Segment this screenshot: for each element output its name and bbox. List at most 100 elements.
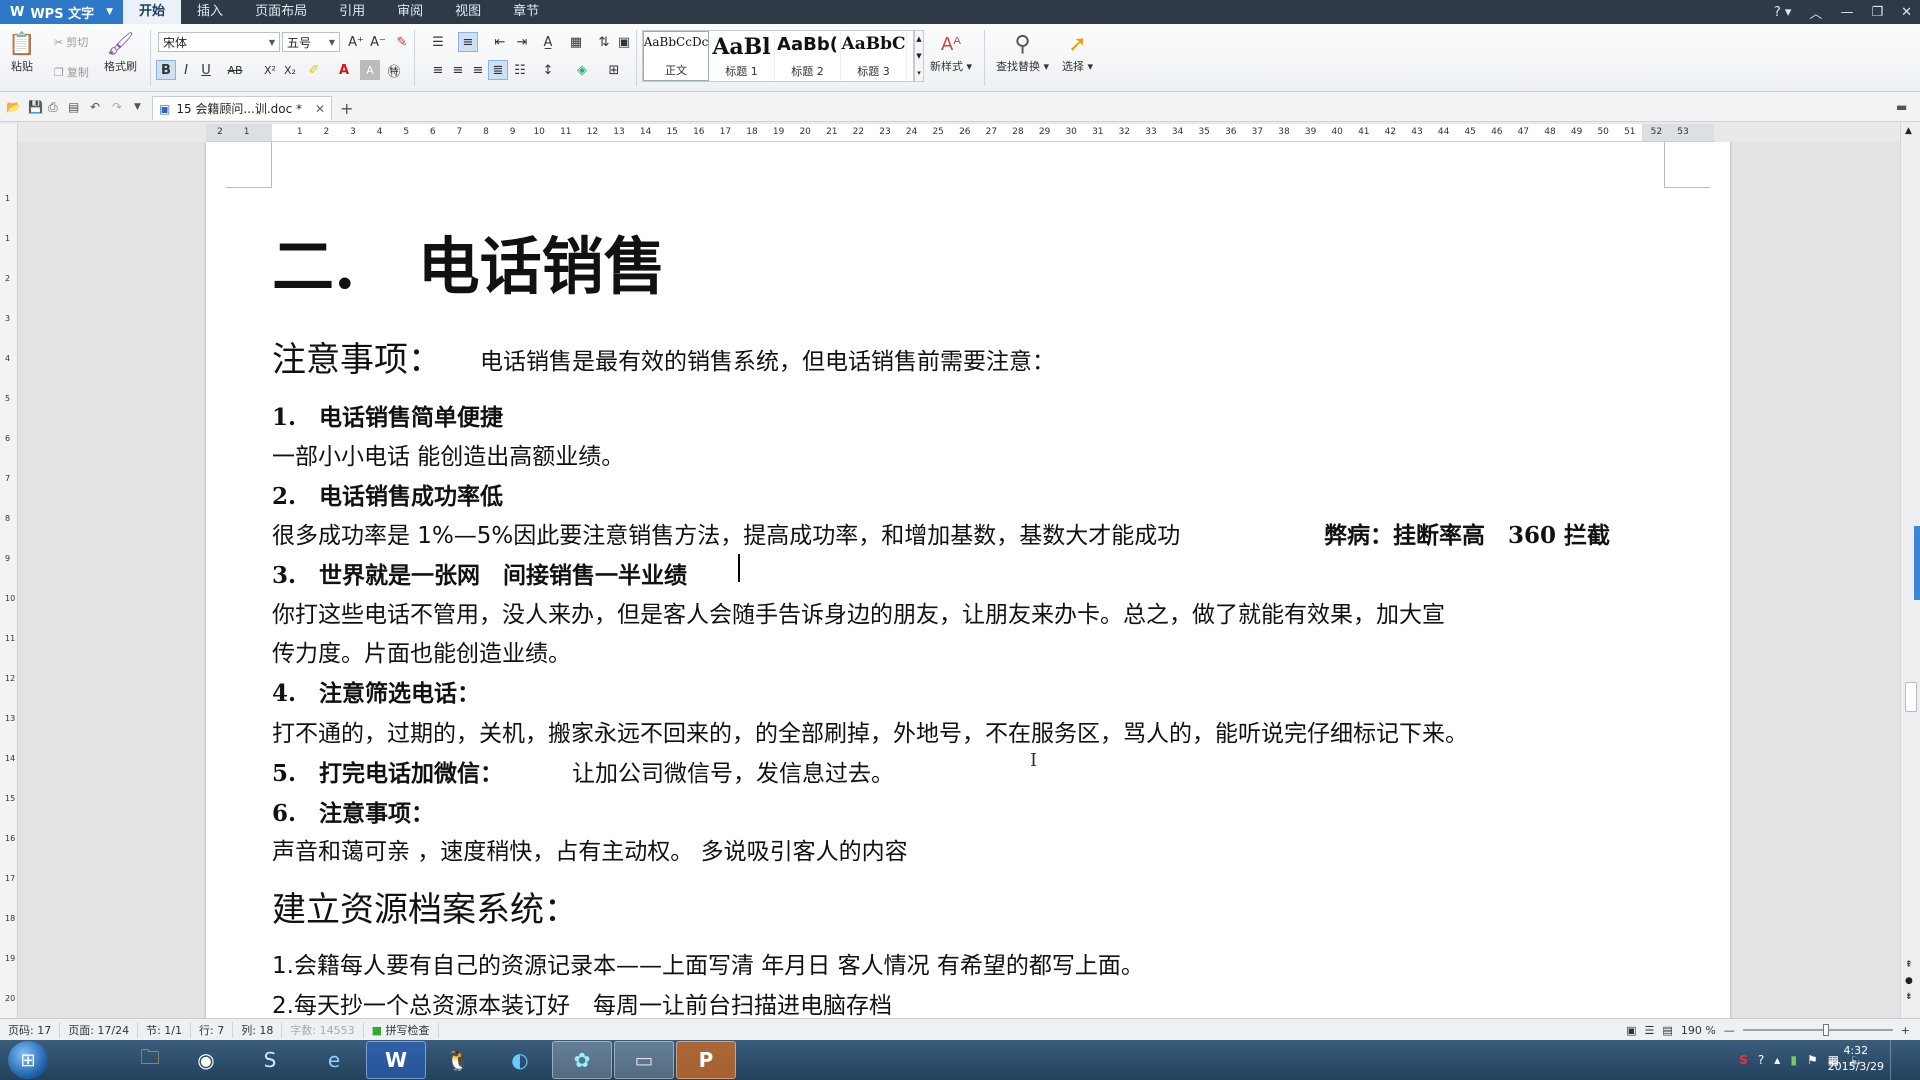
battery-icon[interactable]: ▮ bbox=[1790, 1053, 1797, 1067]
print-preview-icon[interactable]: ▤ bbox=[68, 100, 79, 114]
new-tab-icon[interactable]: + bbox=[340, 99, 353, 118]
char-shading-icon[interactable]: A bbox=[360, 60, 380, 80]
document-tab[interactable]: ▣ 15 会籍顾问...训.doc * ✕ bbox=[152, 96, 332, 120]
side-panel-handle[interactable] bbox=[1914, 526, 1920, 600]
paste-button[interactable]: 📋 粘贴 bbox=[8, 30, 36, 74]
status-page[interactable]: 页面: 17/24 bbox=[60, 1021, 139, 1038]
taskbar-wps-presentation-icon[interactable]: P bbox=[676, 1041, 736, 1079]
taskbar-file-explorer-icon[interactable]: 🗀 bbox=[120, 1041, 180, 1079]
taskbar-wps-writer-icon[interactable]: W bbox=[366, 1041, 426, 1079]
table-icon[interactable]: ▦ bbox=[566, 32, 586, 52]
distributed-icon[interactable]: ☷ bbox=[510, 60, 530, 80]
close-button[interactable]: ✕ bbox=[1901, 5, 1912, 20]
subscript-icon[interactable]: X₂ bbox=[280, 60, 300, 80]
strikethrough-icon[interactable]: AB bbox=[222, 60, 248, 80]
start-button[interactable]: ⊞ bbox=[8, 1041, 48, 1079]
taskbar-qq-icon[interactable]: 🐧 bbox=[428, 1041, 488, 1079]
tab-view[interactable]: 视图 bbox=[439, 0, 497, 24]
zoom-in-icon[interactable]: + bbox=[1901, 1024, 1910, 1037]
vertical-ruler[interactable]: 1 1 2 3 4 5 6 7 8 9 10 11 12 13 14 15 16 17 18 19 20 bbox=[0, 124, 18, 1018]
tab-references[interactable]: 引用 bbox=[323, 0, 381, 24]
select-button[interactable]: ➚ 选择 ▾ bbox=[1062, 30, 1093, 74]
print-icon[interactable]: ⎙ bbox=[48, 100, 58, 115]
italic-icon[interactable]: I bbox=[176, 60, 196, 80]
taskbar-clock[interactable]: 4:32 2015/3/29 bbox=[1828, 1043, 1884, 1075]
style-heading-1[interactable]: AaBl 标题 1 bbox=[709, 31, 775, 81]
align-left-icon[interactable]: ≡ bbox=[428, 60, 448, 80]
spell-check-toggle[interactable]: ■ 拼写检查 bbox=[364, 1021, 439, 1038]
font-size-select[interactable]: 五号 ▼ bbox=[282, 32, 340, 52]
chinese-layout-icon[interactable]: A̲ bbox=[538, 32, 558, 52]
taskbar-qq-video-icon[interactable]: ✿ bbox=[552, 1041, 612, 1079]
customize-qa-icon[interactable]: ▼ bbox=[134, 102, 141, 112]
open-icon[interactable]: 📂 bbox=[6, 100, 21, 114]
taskbar-app-blue-icon[interactable]: ◐ bbox=[490, 1041, 550, 1079]
sort-icon[interactable]: ⇅ bbox=[594, 32, 614, 52]
restore-button[interactable]: ❐ bbox=[1871, 5, 1883, 20]
document-page[interactable]: 二. 电话销售 注意事项： 电话销售是最有效的销售系统，但电话销售前需要注意： … bbox=[206, 142, 1730, 1018]
align-center-icon[interactable]: ≡ bbox=[448, 60, 468, 80]
zoom-slider[interactable] bbox=[1742, 1024, 1893, 1036]
taskbar-image-viewer-icon[interactable]: ▭ bbox=[614, 1041, 674, 1079]
styles-gallery-scroll[interactable]: ▲ ▼ ▾ bbox=[914, 30, 924, 82]
taskbar-sogou-icon[interactable]: S bbox=[240, 1041, 300, 1079]
redo-icon[interactable]: ↷ bbox=[112, 100, 122, 114]
sogou-ime-icon[interactable]: S bbox=[1739, 1053, 1748, 1067]
tab-insert[interactable]: 插入 bbox=[181, 0, 239, 24]
select-browse-object-icon[interactable]: ● bbox=[1905, 976, 1913, 986]
chevron-up-icon[interactable]: ▲ bbox=[916, 35, 921, 43]
web-view-icon[interactable]: ▤ bbox=[1662, 1024, 1672, 1037]
shading-icon[interactable]: ◈ bbox=[572, 60, 592, 80]
zoom-out-icon[interactable]: — bbox=[1724, 1024, 1735, 1037]
show-marks-icon[interactable]: ▣ bbox=[614, 32, 634, 52]
copy-button[interactable]: ❐ 复制 bbox=[54, 64, 89, 80]
font-color-icon[interactable]: A bbox=[334, 60, 354, 80]
taskbar-360-browser-icon[interactable]: ◉ bbox=[176, 1041, 236, 1079]
more-icon[interactable]: ▾ bbox=[917, 69, 921, 77]
next-page-icon[interactable]: ⇟ bbox=[1905, 992, 1913, 1002]
style-normal[interactable]: AaBbCcDc 正文 bbox=[643, 31, 709, 81]
help-tray-icon[interactable]: ? bbox=[1758, 1053, 1764, 1067]
font-name-select[interactable]: 宋体 ▼ bbox=[158, 32, 280, 52]
show-desktop-button[interactable] bbox=[1890, 1040, 1920, 1080]
help-button[interactable]: ? ▾ bbox=[1774, 5, 1792, 20]
highlight-icon[interactable]: ✐ bbox=[304, 60, 324, 80]
format-painter-button[interactable]: 🖌 格式刷 bbox=[104, 30, 137, 74]
decrease-indent-icon[interactable]: ⇤ bbox=[490, 32, 510, 52]
bullet-list-icon[interactable]: ☰ bbox=[428, 32, 448, 52]
numbered-list-icon[interactable]: ≡ bbox=[458, 32, 478, 52]
zoom-slider-knob[interactable] bbox=[1822, 1024, 1829, 1036]
clear-format-icon[interactable]: ✎ bbox=[392, 32, 412, 52]
tab-home[interactable]: 开始 bbox=[123, 0, 182, 24]
justify-icon[interactable]: ≣ bbox=[488, 60, 508, 80]
cut-button[interactable]: ✂ 剪切 bbox=[54, 34, 88, 50]
status-page-code[interactable]: 页码: 17 bbox=[0, 1021, 61, 1038]
flag-icon[interactable]: ⚑ bbox=[1807, 1053, 1818, 1067]
tab-page-layout[interactable]: 页面布局 bbox=[239, 0, 323, 24]
chevron-up-icon[interactable]: ▲ bbox=[1905, 126, 1912, 136]
find-replace-button[interactable]: ⚲ 查找替换 ▾ bbox=[996, 30, 1049, 74]
horizontal-ruler[interactable]: 2 1 1 2 3 4 5 6 7 8 9 10 11 12 13 14 15 16 17 18 19 20 21 22 23 2… bbox=[206, 124, 1714, 142]
superscript-icon[interactable]: X² bbox=[260, 60, 280, 80]
outline-view-icon[interactable]: ☰ bbox=[1645, 1024, 1655, 1037]
align-right-icon[interactable]: ≡ bbox=[468, 60, 488, 80]
tab-review[interactable]: 审阅 bbox=[381, 0, 439, 24]
line-spacing-icon[interactable]: ↕ bbox=[538, 60, 558, 80]
new-style-button[interactable]: Aᴬ 新样式 ▾ bbox=[930, 30, 972, 74]
print-layout-view-icon[interactable]: ▣ bbox=[1626, 1024, 1636, 1037]
save-icon[interactable]: 💾 bbox=[28, 100, 43, 114]
minimize-button[interactable]: — bbox=[1840, 5, 1853, 20]
status-word-count[interactable]: 字数: 14553 bbox=[282, 1021, 364, 1038]
taskbar-360se-icon[interactable]: e bbox=[304, 1041, 364, 1079]
enclose-char-icon[interactable]: ㊕ bbox=[384, 60, 404, 80]
increase-indent-icon[interactable]: ⇥ bbox=[512, 32, 532, 52]
wps-app-menu-button[interactable]: W WPS 文字 ▼ bbox=[0, 0, 124, 24]
collapse-ribbon-icon[interactable]: ︿ bbox=[1809, 3, 1822, 22]
chevron-down-icon[interactable]: ▼ bbox=[916, 52, 921, 60]
scrollbar-thumb[interactable] bbox=[1905, 682, 1917, 712]
borders-icon[interactable]: ⊞ bbox=[604, 60, 624, 80]
ribbon-options-icon[interactable]: ▬ bbox=[1896, 100, 1907, 114]
prev-page-icon[interactable]: ⇞ bbox=[1905, 960, 1913, 970]
tray-expand-icon[interactable]: ▴ bbox=[1774, 1053, 1780, 1067]
shrink-font-icon[interactable]: A⁻ bbox=[368, 32, 388, 52]
